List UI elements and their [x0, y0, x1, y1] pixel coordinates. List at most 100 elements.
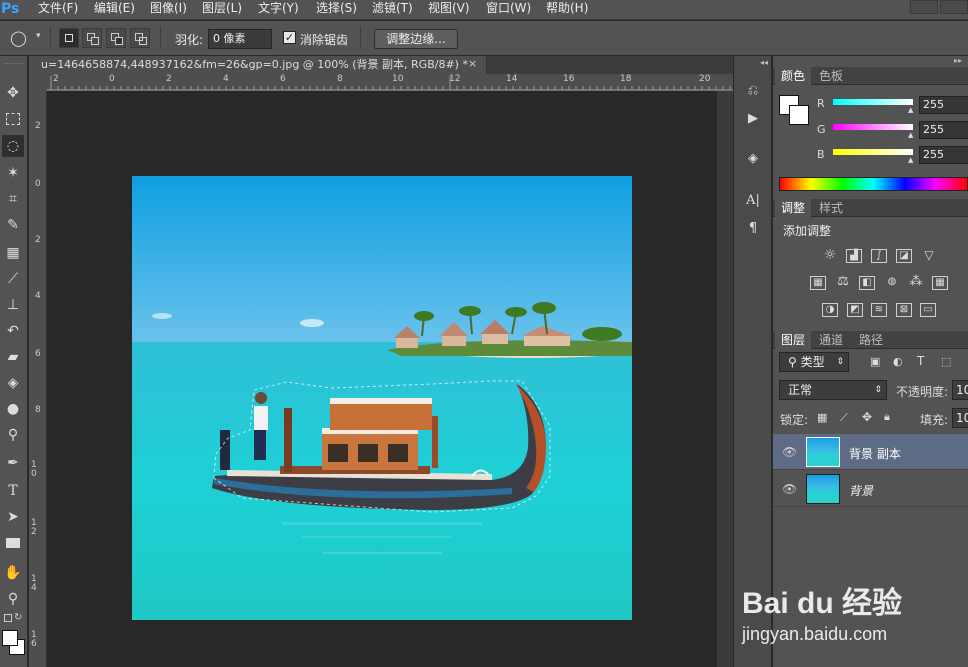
red-value-input[interactable]: 255 — [919, 96, 968, 114]
antialias-checkbox[interactable]: ✓ — [283, 31, 296, 44]
lock-all-icon[interactable]: 🔒︎ — [884, 410, 890, 424]
visibility-eye-icon[interactable]: 👁︎ — [782, 445, 797, 459]
swap-colors-icon[interactable]: ↻ — [14, 612, 22, 623]
history-brush-tool-icon[interactable]: ↶ — [2, 320, 24, 342]
selective-color-icon[interactable]: ⊠ — [896, 303, 912, 317]
background-color-chip[interactable] — [789, 105, 809, 125]
blue-slider[interactable] — [833, 149, 913, 155]
menu-edit[interactable]: 编辑(E) — [94, 0, 135, 20]
window-minimize-button[interactable] — [910, 0, 938, 14]
crop-tool-icon[interactable]: ⌗ — [2, 188, 24, 210]
blur-tool-icon[interactable]: ● — [2, 398, 24, 420]
lock-position-icon[interactable]: ✥ — [862, 410, 872, 424]
green-value-input[interactable]: 255 — [919, 121, 968, 139]
clone-stamp-tool-icon[interactable]: ⊥ — [2, 294, 24, 316]
vertical-scrollbar[interactable] — [717, 91, 733, 667]
filter-shape-icon[interactable]: ⬚ — [941, 355, 951, 368]
menu-layer[interactable]: 图层(L) — [202, 0, 242, 20]
hand-tool-icon[interactable]: ✋ — [2, 562, 24, 584]
zoom-tool-icon[interactable]: ⚲ — [2, 588, 24, 610]
new-selection-button[interactable] — [59, 28, 79, 48]
visibility-eye-icon[interactable]: 👁︎ — [782, 482, 797, 496]
tab-styles[interactable]: 样式 — [813, 199, 849, 217]
green-slider[interactable] — [833, 124, 913, 130]
hue-saturation-icon[interactable]: ▦ — [810, 276, 826, 290]
levels-icon[interactable]: ▟ — [846, 249, 862, 263]
path-selection-tool-icon[interactable]: ➤ — [2, 506, 24, 528]
close-tab-icon[interactable]: × — [468, 57, 482, 73]
preset-dropdown-icon[interactable]: ▾ — [36, 31, 41, 41]
default-colors-icon[interactable] — [4, 614, 12, 622]
exposure-icon[interactable]: ◪ — [896, 249, 912, 263]
menu-select[interactable]: 选择(S) — [316, 0, 357, 20]
invert-icon[interactable]: ◑ — [822, 303, 838, 317]
channel-mixer-icon[interactable]: ⁂ — [908, 275, 924, 290]
lock-transparent-icon[interactable]: ▦ — [817, 411, 827, 424]
layer-row-background-copy[interactable]: 👁︎ 背景 副本 — [773, 434, 968, 470]
curves-icon[interactable]: ∫ — [871, 249, 887, 263]
color-lookup-icon[interactable]: ▦ — [932, 276, 948, 290]
eraser-tool-icon[interactable]: ▰ — [2, 346, 24, 368]
feather-input[interactable]: 0 像素 — [208, 29, 272, 49]
marquee-tool-icon[interactable] — [2, 108, 24, 130]
move-tool-icon[interactable]: ✥ — [2, 82, 24, 104]
image-canvas[interactable] — [132, 176, 632, 620]
opacity-input[interactable]: 100% — [952, 380, 968, 400]
tab-color[interactable]: 颜色 — [775, 67, 812, 85]
brightness-contrast-icon[interactable]: ☼ — [822, 248, 838, 263]
add-to-selection-button[interactable] — [82, 28, 102, 48]
gradient-map-icon[interactable]: ▭ — [920, 303, 936, 317]
intersect-selection-button[interactable] — [130, 28, 150, 48]
tab-channels[interactable]: 通道 — [813, 331, 849, 349]
menu-image[interactable]: 图像(I) — [150, 0, 187, 20]
paint-bucket-tool-icon[interactable]: ◈ — [2, 372, 24, 394]
vibrance-icon[interactable]: ▽ — [921, 249, 937, 263]
pen-tool-icon[interactable]: ✒ — [2, 452, 24, 474]
lasso-tool-icon[interactable]: ◌ — [2, 135, 24, 157]
menu-filter[interactable]: 滤镜(T) — [372, 0, 413, 20]
lasso-tool-preset-icon[interactable]: ◯ — [10, 29, 27, 47]
menu-window[interactable]: 窗口(W) — [486, 0, 531, 20]
tab-swatches[interactable]: 色板 — [813, 67, 849, 85]
filter-adjustment-icon[interactable]: ◐ — [893, 355, 903, 368]
type-tool-icon[interactable]: T — [2, 480, 24, 502]
document-tab[interactable]: u=1464658874,448937162&fm=26&gp=0.jpg @ … — [29, 56, 487, 74]
ruler-origin[interactable] — [29, 74, 47, 91]
paragraph-panel-icon[interactable]: ¶ — [744, 220, 762, 238]
fill-input[interactable]: 100% — [952, 408, 968, 428]
posterize-icon[interactable]: ◩ — [847, 303, 863, 317]
layer-name[interactable]: 背景 副本 — [849, 445, 901, 462]
filter-type-icon[interactable]: T — [917, 354, 924, 368]
actions-panel-icon[interactable]: ▶ — [744, 110, 762, 128]
menu-help[interactable]: 帮助(H) — [546, 0, 588, 20]
refine-edge-button[interactable]: 调整边缘... — [374, 29, 458, 49]
menu-type[interactable]: 文字(Y) — [258, 0, 299, 20]
rectangle-tool-icon[interactable] — [2, 532, 24, 554]
tab-layers[interactable]: 图层 — [775, 331, 812, 349]
magic-wand-tool-icon[interactable]: ✶ — [2, 162, 24, 184]
lock-pixels-icon[interactable]: ⟋ — [840, 411, 848, 425]
menu-file[interactable]: 文件(F) — [38, 0, 78, 20]
tab-paths[interactable]: 路径 — [853, 331, 889, 349]
brush-tool-icon[interactable]: ⟋ — [2, 268, 24, 290]
red-slider[interactable] — [833, 99, 913, 105]
history-panel-icon[interactable]: ⎌ — [744, 82, 762, 100]
character-panel-icon[interactable]: A| — [744, 192, 762, 210]
threshold-icon[interactable]: ≋ — [871, 303, 887, 317]
color-balance-icon[interactable]: ⚖ — [835, 275, 851, 290]
layer-row-background[interactable]: 👁︎ 背景 — [773, 471, 968, 507]
3d-panel-icon[interactable]: ◈ — [744, 150, 762, 168]
black-white-icon[interactable]: ◧ — [859, 276, 875, 290]
foreground-color-swatch[interactable] — [2, 630, 18, 646]
tab-adjustments[interactable]: 调整 — [775, 199, 812, 217]
window-restore-button[interactable] — [940, 0, 968, 14]
filter-pixel-icon[interactable]: ▣ — [870, 355, 880, 368]
blue-value-input[interactable]: 255 — [919, 146, 968, 164]
color-spectrum-bar[interactable] — [779, 177, 968, 191]
eyedropper-tool-icon[interactable]: ✎ — [2, 214, 24, 236]
layer-name[interactable]: 背景 — [849, 482, 873, 499]
layer-filter-dropdown[interactable]: ⚲ 类型 ⇕ — [779, 352, 849, 372]
menu-view[interactable]: 视图(V) — [428, 0, 470, 20]
blend-mode-dropdown[interactable]: 正常 ⇕ — [779, 380, 887, 400]
photo-filter-icon[interactable]: ◍ — [884, 276, 900, 290]
